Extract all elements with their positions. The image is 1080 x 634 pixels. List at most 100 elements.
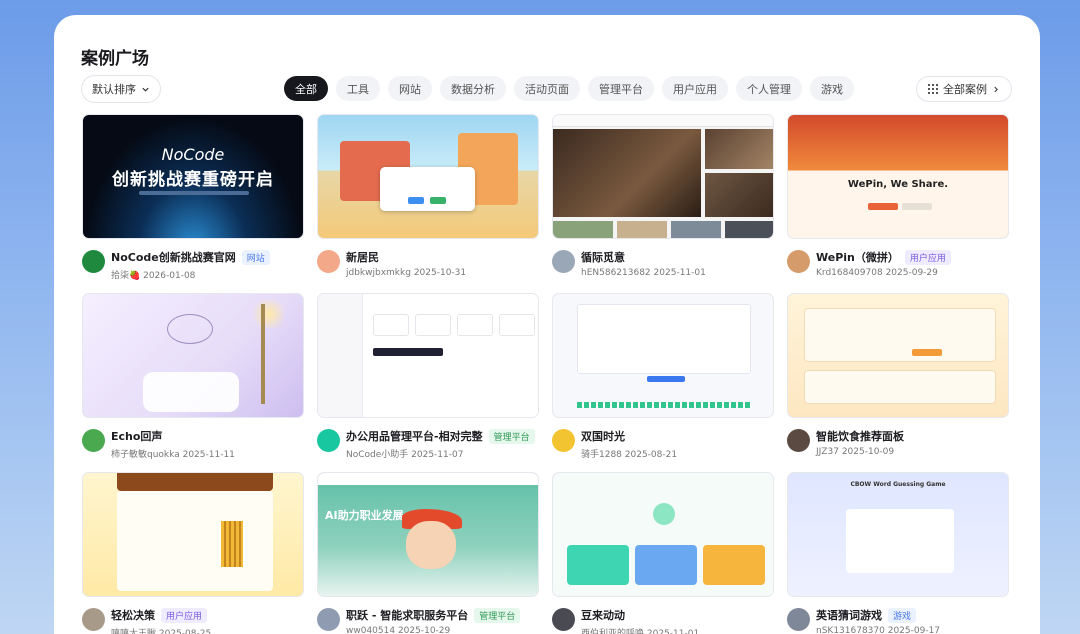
publish-date: 2025-09-17: [887, 626, 941, 634]
case-card[interactable]: WePin, We Share. WePin（微拼） 用户应用 Krd16840970…: [787, 114, 1009, 278]
thumb-decor: [653, 503, 675, 525]
case-meta-text: 双国时光 骑手1288 2025-08-21: [581, 428, 677, 460]
case-card[interactable]: 双国时光 骑手1288 2025-08-21: [552, 293, 774, 460]
avatar[interactable]: [552, 250, 575, 273]
avatar[interactable]: [317, 429, 340, 452]
avatar[interactable]: [82, 608, 105, 631]
author-name: hEN586213682: [581, 268, 651, 278]
filter-chip[interactable]: 个人管理: [736, 76, 802, 101]
category-tag: 用户应用: [904, 249, 951, 265]
case-name[interactable]: 职跃 - 智能求职服务平台: [346, 607, 468, 623]
thumb-decor: [318, 294, 363, 417]
thumb-decor: [553, 115, 773, 127]
case-name[interactable]: NoCode创新挑战赛官网: [111, 249, 236, 265]
avatar[interactable]: [82, 429, 105, 452]
case-thumbnail[interactable]: AI助力职业发展: [317, 472, 539, 597]
case-meta-text: NoCode创新挑战赛官网 网站 拾柒🍓 2026-01-08: [111, 249, 270, 281]
thumb-decor: [143, 372, 239, 412]
page-title: 案例广场: [81, 49, 149, 69]
author-name: 西伯利亚的呼唤: [581, 629, 645, 634]
chevron-right-icon: [994, 86, 998, 92]
case-name[interactable]: WePin（微拼）: [816, 249, 899, 265]
category-tag: 管理平台: [474, 607, 521, 623]
case-card[interactable]: 新居民 jdbkwjbxmkkg 2025-10-31: [317, 114, 539, 278]
author-name: Krd168409708: [816, 268, 883, 278]
avatar[interactable]: [552, 608, 575, 631]
case-thumbnail[interactable]: [317, 114, 539, 239]
avatar[interactable]: [787, 250, 810, 273]
case-card[interactable]: AI助力职业发展 职跃 - 智能求职服务平台 管理平台 ww040514 2025-1…: [317, 472, 539, 634]
publish-date: 2025-10-31: [413, 268, 467, 278]
case-meta-text: 轻松决策 用户应用 嘻嘻大王瞅 2025-08-25: [111, 607, 211, 634]
avatar[interactable]: [82, 250, 105, 273]
case-thumbnail[interactable]: WePin, We Share.: [787, 114, 1009, 239]
case-card[interactable]: 循际觅意 hEN586213682 2025-11-01: [552, 114, 774, 278]
case-name-row: 新居民: [346, 249, 466, 265]
sort-label: 默认排序: [92, 83, 136, 96]
case-thumbnail[interactable]: [552, 293, 774, 418]
avatar[interactable]: [317, 250, 340, 273]
case-name-row: 双国时光: [581, 428, 677, 444]
case-card[interactable]: 智能饮食推荐面板 JJZ37 2025-10-09: [787, 293, 1009, 457]
thumb-decor: [577, 402, 751, 408]
filter-chip[interactable]: 管理平台: [588, 76, 654, 101]
thumb-decor: [406, 521, 456, 569]
case-thumbnail[interactable]: [787, 293, 1009, 418]
thumb-decor: [318, 473, 538, 485]
case-name[interactable]: 循际觅意: [581, 249, 625, 265]
case-meta: 办公用品管理平台-相对完整 管理平台 NoCode小助手 2025-11-07: [317, 428, 539, 460]
thumb-decor: [647, 376, 685, 382]
case-name-row: 智能饮食推荐面板: [816, 428, 904, 444]
case-name[interactable]: 办公用品管理平台-相对完整: [346, 428, 483, 444]
case-name[interactable]: 新居民: [346, 249, 379, 265]
category-filters: 全部 工具 网站 数据分析 活动页面 管理平台 用户应用 个人管理 游戏: [284, 76, 854, 101]
case-name[interactable]: 轻松决策: [111, 607, 155, 623]
case-card[interactable]: CBOW Word Guessing Game 英语猜词游戏 游戏 nSK131678…: [787, 472, 1009, 634]
case-card[interactable]: Echo回声 柿子敏敏quokka 2025-11-11: [82, 293, 304, 460]
case-thumbnail[interactable]: [82, 293, 304, 418]
avatar[interactable]: [317, 608, 340, 631]
avatar[interactable]: [787, 429, 810, 452]
author-name: 柿子敏敏quokka: [111, 450, 180, 460]
case-name[interactable]: 智能饮食推荐面板: [816, 428, 904, 444]
author-name: 骑手1288: [581, 450, 622, 460]
publish-date: 2025-08-25: [158, 629, 212, 634]
filter-chip[interactable]: 网站: [388, 76, 432, 101]
case-thumbnail[interactable]: [552, 472, 774, 597]
case-card[interactable]: 豆来动动西伯利亚的呼唤 2025-11-01: [552, 472, 774, 634]
avatar[interactable]: [787, 608, 810, 631]
case-name[interactable]: 英语猜词游戏: [816, 607, 882, 623]
filter-chip[interactable]: 工具: [336, 76, 380, 101]
case-card[interactable]: 办公用品管理平台-相对完整 管理平台 NoCode小助手 2025-11-07: [317, 293, 539, 460]
case-card[interactable]: NoCode 创新挑战赛重磅开启 NoCode创新挑战赛官网 网站 拾柒🍓 2026-0…: [82, 114, 304, 281]
case-thumbnail[interactable]: [317, 293, 539, 418]
filter-chip[interactable]: 游戏: [810, 76, 854, 101]
thumb-decor: [261, 304, 265, 404]
filter-chip[interactable]: 用户应用: [662, 76, 728, 101]
case-thumbnail[interactable]: [552, 114, 774, 239]
publish-date: 2025-11-01: [653, 268, 706, 278]
case-meta: 新居民 jdbkwjbxmkkg 2025-10-31: [317, 249, 539, 278]
case-meta: 双国时光 骑手1288 2025-08-21: [552, 428, 774, 460]
filter-chip[interactable]: 数据分析: [440, 76, 506, 101]
case-name-row: 豆来动动: [581, 607, 699, 623]
filter-chip[interactable]: 活动页面: [514, 76, 580, 101]
sort-dropdown[interactable]: 默认排序: [81, 75, 161, 103]
thumb-decor: [415, 314, 451, 336]
all-cases-button[interactable]: 全部案例: [916, 76, 1012, 102]
filter-chip[interactable]: 全部: [284, 76, 328, 101]
case-thumbnail[interactable]: NoCode 创新挑战赛重磅开启: [82, 114, 304, 239]
case-name[interactable]: Echo回声: [111, 428, 162, 444]
case-name[interactable]: 双国时光: [581, 428, 625, 444]
case-card[interactable]: 轻松决策 用户应用 嘻嘻大王瞅 2025-08-25: [82, 472, 304, 634]
avatar[interactable]: [552, 429, 575, 452]
grid-icon: [928, 84, 938, 94]
thumb-decor: [167, 314, 213, 344]
case-thumbnail[interactable]: [82, 472, 304, 597]
case-name-row: NoCode创新挑战赛官网 网站: [111, 249, 270, 265]
case-thumbnail[interactable]: CBOW Word Guessing Game: [787, 472, 1009, 597]
thumb-title: CBOW Word Guessing Game: [850, 481, 946, 488]
thumb-decor: [553, 221, 613, 238]
case-name[interactable]: 豆来动动: [581, 607, 625, 623]
publish-date: 2025-11-01: [646, 629, 700, 634]
